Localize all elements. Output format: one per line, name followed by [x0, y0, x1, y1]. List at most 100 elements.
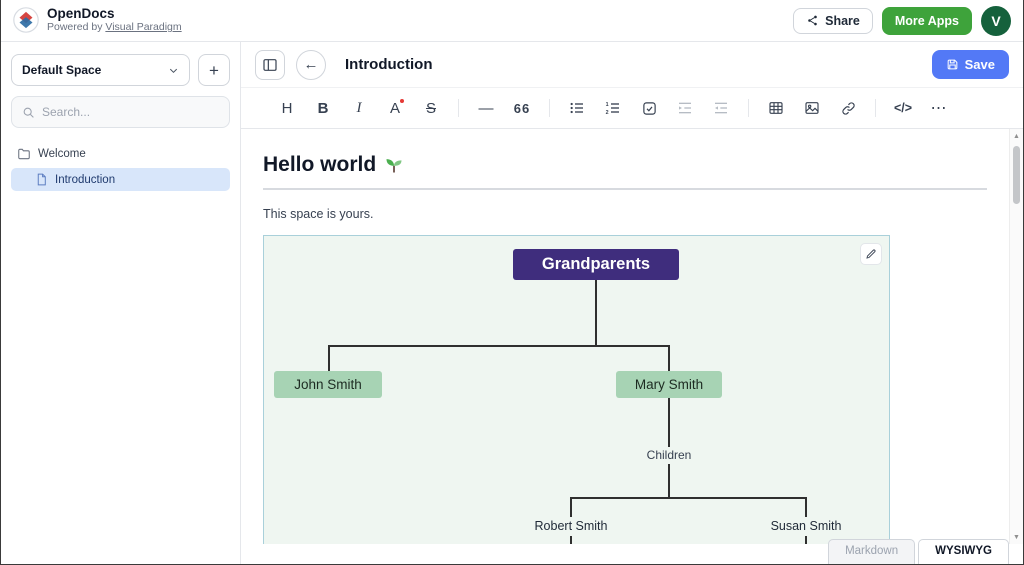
tree-connector-line — [668, 345, 670, 371]
back-button[interactable]: ← — [296, 50, 326, 80]
app-window: OpenDocs Powered by Visual Paradigm Shar… — [0, 0, 1024, 565]
document-heading: Hello world — [263, 153, 987, 177]
tree-connector-line — [328, 345, 330, 371]
vertical-scrollbar[interactable]: ▲ ▼ — [1009, 129, 1023, 544]
link-button[interactable] — [830, 93, 866, 123]
horizontal-rule-button[interactable]: — — [468, 93, 504, 123]
bullet-list-button[interactable] — [559, 93, 595, 123]
folder-icon — [17, 147, 31, 161]
image-icon — [804, 100, 820, 116]
page-title: Introduction — [345, 56, 432, 73]
editor-content[interactable]: Hello world This space is yours. — [241, 129, 1009, 544]
space-selector[interactable]: Default Space — [11, 54, 190, 86]
italic-button[interactable]: I — [341, 93, 377, 123]
markdown-mode-button[interactable]: Markdown — [828, 539, 915, 564]
tree-connector-line — [570, 497, 806, 499]
outdent-button[interactable] — [703, 93, 739, 123]
blockquote-button[interactable]: 66 — [504, 93, 540, 123]
toggle-sidebar-button[interactable] — [255, 50, 285, 80]
svg-text:1: 1 — [606, 102, 609, 108]
save-icon — [946, 58, 959, 71]
powered-by-prefix: Powered by — [47, 21, 102, 33]
search-input[interactable] — [42, 105, 219, 119]
space-selector-value: Default Space — [22, 63, 101, 77]
numbered-list-icon: 12 — [605, 100, 621, 116]
add-space-button[interactable]: + — [198, 54, 230, 86]
scroll-up-arrow[interactable]: ▲ — [1010, 129, 1023, 143]
brand: OpenDocs Powered by Visual Paradigm — [13, 7, 182, 33]
header-actions: Share More Apps V — [793, 6, 1011, 36]
tree-connector-line — [668, 398, 670, 447]
opendocs-logo-icon — [13, 7, 39, 33]
diagram-node-john-smith[interactable]: John Smith — [274, 371, 382, 398]
link-icon — [841, 101, 856, 116]
editor-area: Hello world This space is yours. — [241, 129, 1023, 564]
tree-connector-line — [570, 497, 572, 517]
pencil-icon — [865, 248, 877, 260]
heading-text: Hello world — [263, 153, 376, 177]
visual-paradigm-link[interactable]: Visual Paradigm — [105, 21, 181, 33]
family-tree-diagram[interactable]: Grandparents John Smith Mary Smith Child… — [263, 235, 890, 544]
svg-text:2: 2 — [606, 110, 609, 116]
task-list-icon — [642, 101, 657, 116]
document-toolbar: ← Introduction Save — [241, 42, 1023, 88]
chevron-down-icon — [168, 65, 179, 76]
table-icon — [768, 100, 784, 116]
outdent-icon — [713, 100, 729, 116]
toolbar-divider — [458, 99, 459, 117]
diagram-node-grandparents[interactable]: Grandparents — [513, 249, 679, 280]
powered-by: Powered by Visual Paradigm — [47, 22, 182, 34]
search-box[interactable] — [11, 96, 230, 128]
tree-connector-line — [328, 345, 669, 347]
editor-mode-toggle: Markdown WYSIWYG — [828, 539, 1009, 564]
sidebar-item-introduction[interactable]: Introduction — [11, 168, 230, 191]
tree-connector-line — [805, 497, 807, 517]
app-title: OpenDocs — [47, 7, 182, 22]
diagram-node-mary-smith[interactable]: Mary Smith — [616, 371, 722, 398]
tree-item-label: Introduction — [55, 174, 115, 186]
heading-rule — [263, 188, 987, 190]
format-toolbar: H B I A S — 66 12 — [241, 88, 1023, 129]
scroll-down-arrow[interactable]: ▼ — [1010, 530, 1023, 544]
document-paragraph: This space is yours. — [263, 207, 987, 221]
code-button[interactable]: </> — [885, 93, 921, 123]
share-icon — [806, 14, 819, 27]
task-list-button[interactable] — [631, 93, 667, 123]
save-button[interactable]: Save — [932, 50, 1009, 79]
diagram-node-susan-smith[interactable]: Susan Smith — [771, 519, 842, 533]
share-button[interactable]: Share — [793, 8, 873, 34]
font-color-button[interactable]: A — [377, 93, 413, 123]
toolbar-divider — [549, 99, 550, 117]
table-button[interactable] — [758, 93, 794, 123]
tree-connector-line — [595, 280, 597, 345]
bullet-list-icon — [569, 100, 585, 116]
numbered-list-button[interactable]: 12 — [595, 93, 631, 123]
indent-icon — [677, 100, 693, 116]
more-apps-button[interactable]: More Apps — [882, 7, 972, 35]
heading-button[interactable]: H — [269, 93, 305, 123]
doc-tree: Welcome Introduction — [11, 142, 230, 191]
save-label: Save — [965, 57, 995, 72]
edit-diagram-button[interactable] — [860, 243, 882, 265]
tree-connector-line — [570, 536, 572, 544]
sidebar: Default Space + Welcome — [1, 42, 241, 564]
seedling-icon — [384, 155, 404, 175]
image-button[interactable] — [794, 93, 830, 123]
bold-button[interactable]: B — [305, 93, 341, 123]
tree-connector-line — [805, 536, 807, 544]
scrollbar-thumb[interactable] — [1013, 146, 1020, 204]
main-panel: ← Introduction Save H B I A S — 6 — [241, 42, 1023, 564]
strikethrough-button[interactable]: S — [413, 93, 449, 123]
app-header: OpenDocs Powered by Visual Paradigm Shar… — [1, 0, 1023, 42]
indent-button[interactable] — [667, 93, 703, 123]
share-label: Share — [825, 14, 860, 28]
space-row: Default Space + — [11, 54, 230, 86]
wysiwyg-mode-button[interactable]: WYSIWYG — [918, 539, 1009, 564]
avatar[interactable]: V — [981, 6, 1011, 36]
diagram-edge-label-children: Children — [647, 448, 692, 462]
more-options-button[interactable]: ⋯ — [921, 93, 957, 123]
diagram-node-robert-smith[interactable]: Robert Smith — [535, 519, 608, 533]
sidebar-item-welcome[interactable]: Welcome — [11, 142, 230, 166]
brand-text: OpenDocs Powered by Visual Paradigm — [47, 7, 182, 33]
color-dot — [400, 99, 404, 103]
